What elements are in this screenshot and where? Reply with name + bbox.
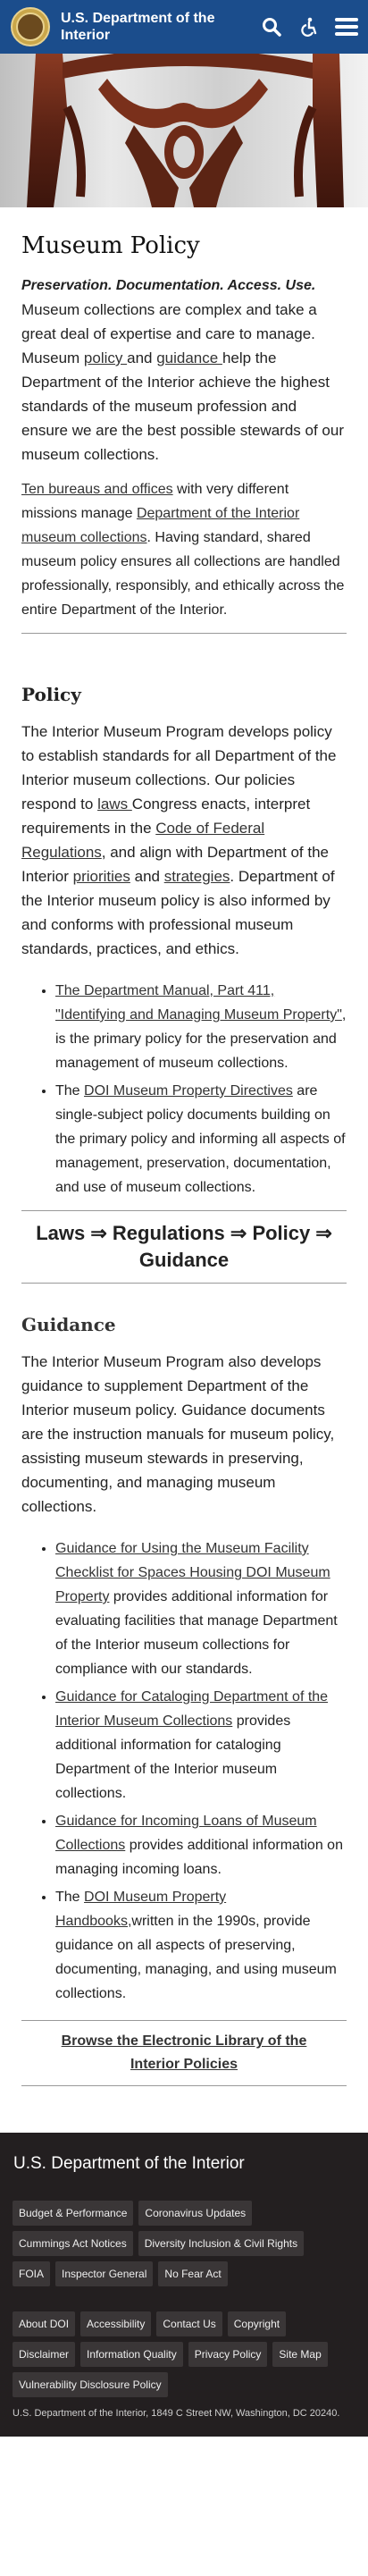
footer-link-foia[interactable]: FOIA [13, 2261, 51, 2286]
footer-row: FOIA Inspector General No Fear Act [13, 2261, 355, 2286]
site-title[interactable]: U.S. Department of the Interior [61, 10, 239, 44]
library-link-box: Browse the Electronic Library of the Int… [21, 2020, 347, 2086]
guidance-list: Guidance for Using the Museum Facility C… [21, 1536, 347, 2006]
footer-title[interactable]: U.S. Department of the Interior [13, 2154, 355, 2174]
doi-seal-logo[interactable] [11, 7, 50, 46]
hero-image [0, 54, 368, 207]
footer-link-site-map[interactable]: Site Map [272, 2342, 328, 2367]
menu-icon[interactable] [335, 16, 358, 38]
footer-link-coronavirus[interactable]: Coronavirus Updates [138, 2201, 253, 2226]
priorities-link[interactable]: priorities [73, 868, 130, 885]
divider [21, 633, 347, 634]
footer-row: Cummings Act Notices Diversity Inclusion… [13, 2231, 355, 2256]
list-item: The Department Manual, Part 411, "Identi… [55, 979, 347, 1075]
site-header: U.S. Department of the Interior [0, 0, 368, 54]
search-icon[interactable] [261, 16, 282, 38]
list-item: Guidance for Using the Museum Facility C… [55, 1536, 347, 1681]
electronic-library-link[interactable]: Browse the Electronic Library of the Int… [62, 2033, 307, 2072]
carved-chair-illustration [27, 54, 344, 207]
policy-link[interactable]: policy [84, 349, 127, 366]
header-icons [261, 16, 358, 38]
list-item: Guidance for Incoming Loans of Museum Co… [55, 1809, 347, 1881]
page-title: Museum Policy [21, 232, 200, 259]
department-manual-link[interactable]: The Department Manual, Part 411, "Identi… [55, 983, 342, 1023]
bureaus-link[interactable]: Ten bureaus and offices [21, 482, 173, 497]
footer-link-accessibility[interactable]: Accessibility [80, 2311, 152, 2336]
intro-paragraph: Museum collections are complex and take … [21, 298, 347, 467]
footer-link-privacy[interactable]: Privacy Policy [188, 2342, 268, 2367]
seal-emblem [16, 13, 45, 41]
guidance-intro: The Interior Museum Program also develop… [21, 1353, 335, 1515]
footer-row: About DOI Accessibility Contact Us Copyr… [13, 2311, 355, 2336]
laws-link[interactable]: laws [97, 796, 132, 812]
footer-link-inspector-general[interactable]: Inspector General [55, 2261, 154, 2286]
guidance-link[interactable]: guidance [156, 349, 222, 366]
footer-row: Budget & Performance Coronavirus Updates [13, 2201, 355, 2226]
footer-link-vulnerability[interactable]: Vulnerability Disclosure Policy [13, 2372, 168, 2397]
main-content: Museum Policy Preservation. Documentatio… [0, 232, 368, 2086]
footer-row: Vulnerability Disclosure Policy [13, 2372, 355, 2397]
policy-text-4: and [130, 868, 164, 885]
footer-link-contact[interactable]: Contact Us [156, 2311, 222, 2336]
intro-text-3: help the Department of the Interior achi… [21, 349, 344, 463]
site-footer: U.S. Department of the Interior Budget &… [0, 2133, 368, 2437]
item-prefix: The [55, 1083, 85, 1099]
footer-link-cummings[interactable]: Cummings Act Notices [13, 2231, 133, 2256]
footer-links-secondary: About DOI Accessibility Contact Us Copyr… [13, 2311, 355, 2397]
accessibility-icon[interactable] [298, 16, 320, 38]
list-item: The DOI Museum Property Handbooks,writte… [55, 1885, 347, 2006]
footer-link-information-quality[interactable]: Information Quality [80, 2342, 183, 2367]
footer-row: Disclaimer Information Quality Privacy P… [13, 2342, 355, 2367]
footer-link-copyright[interactable]: Copyright [227, 2311, 287, 2336]
item-text: are single-subject policy documents buil… [55, 1083, 346, 1195]
footer-address: U.S. Department of the Interior, 1849 C … [13, 2408, 340, 2419]
footer-link-disclaimer[interactable]: Disclaimer [13, 2342, 76, 2367]
footer-link-diversity[interactable]: Diversity Inclusion & Civil Rights [138, 2231, 305, 2256]
strategies-link[interactable]: strategies [164, 868, 230, 885]
tagline: Preservation. Documentation. Access. Use… [21, 278, 316, 293]
list-item: The DOI Museum Property Directives are s… [55, 1079, 347, 1200]
bureaus-paragraph: Ten bureaus and offices with very differ… [21, 477, 347, 622]
list-item: Guidance for Cataloging Department of th… [55, 1685, 347, 1806]
footer-link-budget[interactable]: Budget & Performance [13, 2201, 134, 2226]
footer-link-about[interactable]: About DOI [13, 2311, 76, 2336]
intro-text-2: and [127, 349, 157, 366]
footer-link-no-fear[interactable]: No Fear Act [158, 2261, 228, 2286]
item-prefix: The [55, 1890, 85, 1905]
policy-paragraph: The Interior Museum Program develops pol… [21, 720, 347, 961]
directives-link[interactable]: DOI Museum Property Directives [84, 1083, 293, 1099]
policy-flow-banner: Laws ⇒ Regulations ⇒ Policy ⇒ Guidance [21, 1210, 347, 1284]
policy-heading: Policy [21, 684, 81, 705]
footer-links-primary: Budget & Performance Coronavirus Updates… [13, 2201, 355, 2286]
policy-list: The Department Manual, Part 411, "Identi… [21, 979, 347, 1200]
guidance-heading: Guidance [21, 1314, 116, 1335]
